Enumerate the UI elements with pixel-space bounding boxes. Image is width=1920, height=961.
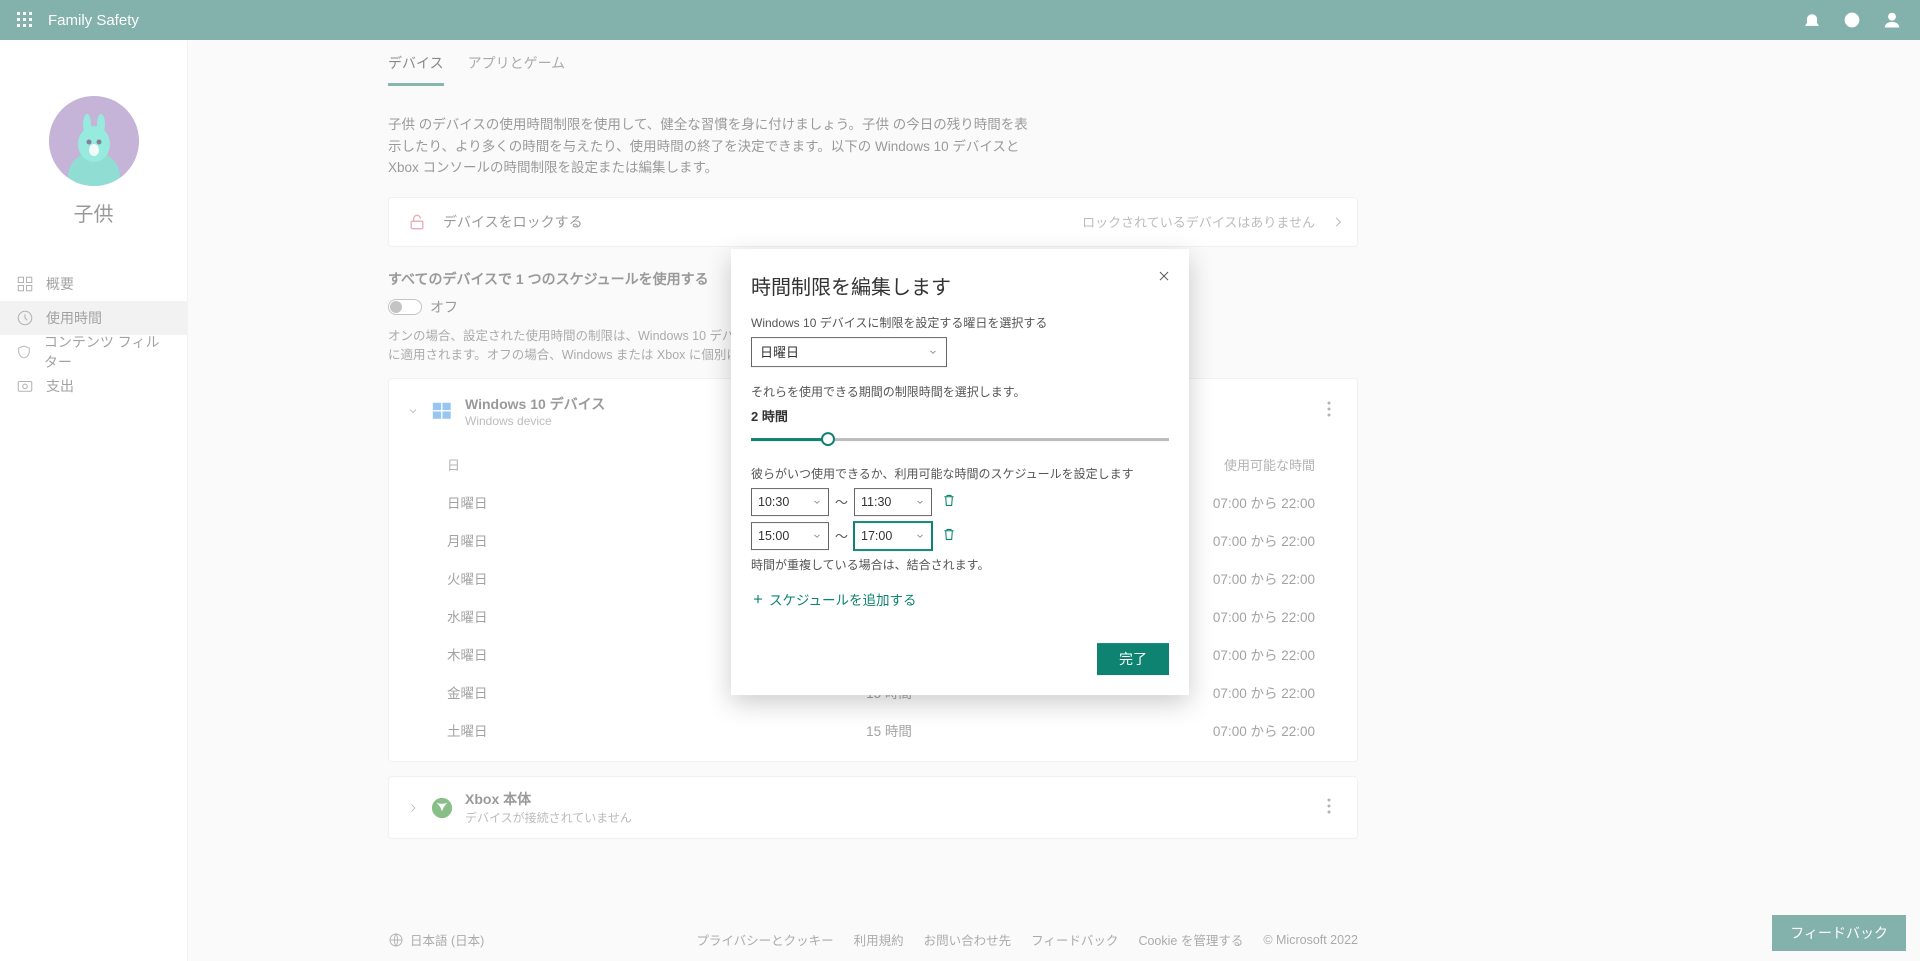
label-limit: それらを使用できる期間の制限時間を選択します。 [751, 383, 1169, 400]
modal-title: 時間制限を編集します [751, 271, 1169, 300]
done-button[interactable]: 完了 [1097, 643, 1169, 675]
time-limit-slider[interactable] [751, 431, 1169, 449]
time-to-select[interactable]: 11:30 [854, 488, 932, 516]
label-schedule: 彼らがいつ使用できるか、利用可能な時間のスケジュールを設定します [751, 465, 1169, 482]
time-to-select[interactable]: 17:00 [854, 522, 932, 550]
delete-range-icon[interactable] [938, 489, 960, 514]
overlap-note: 時間が重複している場合は、結合されます。 [751, 556, 1169, 573]
edit-time-limit-modal: 時間制限を編集します Windows 10 デバイスに制限を設定する曜日を選択す… [731, 249, 1189, 695]
close-icon[interactable] [1153, 265, 1175, 290]
chevron-down-icon [812, 531, 822, 541]
slider-value: 2 時間 [751, 406, 1169, 425]
time-range-row: 15:00～17:00 [751, 522, 1169, 550]
plus-icon [751, 592, 765, 606]
time-from-select[interactable]: 10:30 [751, 488, 829, 516]
day-select[interactable]: 日曜日 [751, 337, 947, 367]
label-select-day: Windows 10 デバイスに制限を設定する曜日を選択する [751, 314, 1169, 331]
delete-range-icon[interactable] [938, 523, 960, 548]
add-schedule-button[interactable]: スケジュールを追加する [751, 589, 1169, 609]
chevron-down-icon [928, 347, 938, 357]
chevron-down-icon [915, 531, 925, 541]
chevron-down-icon [915, 497, 925, 507]
time-from-select[interactable]: 15:00 [751, 522, 829, 550]
time-range-row: 10:30～11:30 [751, 488, 1169, 516]
chevron-down-icon [812, 497, 822, 507]
